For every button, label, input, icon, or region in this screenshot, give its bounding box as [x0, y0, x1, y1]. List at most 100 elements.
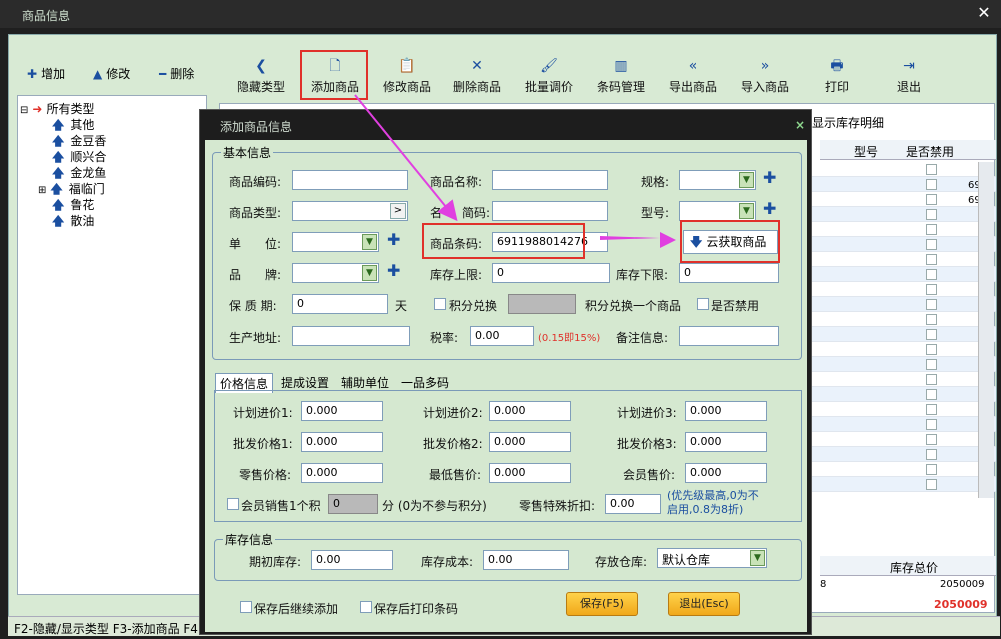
disabled-checkbox[interactable]	[926, 404, 937, 415]
disabled-checkbox[interactable]	[926, 179, 937, 190]
disabled-checkbox[interactable]	[926, 479, 937, 490]
delete-product-button[interactable]: ✕ 删除商品	[453, 57, 501, 95]
plan-cost2-input[interactable]: 0.000	[489, 401, 571, 421]
tree-item[interactable]: 🡅 散油	[52, 212, 94, 233]
disabled-checkbox[interactable]	[926, 344, 937, 355]
unit-select[interactable]: ▼	[292, 232, 379, 252]
tree-root[interactable]: ⊟ ➜ 所有类型	[20, 100, 94, 117]
tax-hint: (0.15即15%)	[538, 333, 601, 344]
barcode-icon: ▥	[614, 58, 628, 74]
disabled-checkbox[interactable]	[926, 359, 937, 370]
member-points-unit: 分 (0为不参与积分)	[382, 499, 487, 513]
disabled-checkbox[interactable]	[926, 239, 937, 250]
disabled-checkbox[interactable]	[926, 224, 937, 235]
min-price-input[interactable]: 0.000	[489, 463, 571, 483]
edit-product-button[interactable]: 📋 修改商品	[383, 57, 431, 95]
discount-hint-line2: 启用,0.8为8折)	[667, 503, 744, 516]
save-button[interactable]: 保存(F5)	[566, 592, 638, 616]
plan-cost3-input[interactable]: 0.000	[685, 401, 767, 421]
plan-cost1-input[interactable]: 0.000	[301, 401, 383, 421]
disabled-checkbox[interactable]	[926, 374, 937, 385]
points-exchange-checkbox[interactable]	[434, 298, 446, 310]
product-type-input[interactable]: >	[292, 201, 408, 221]
column-header-model[interactable]: 型号	[854, 143, 878, 160]
print-barcode-checkbox[interactable]	[360, 601, 372, 613]
stock-lower-input[interactable]: 0	[679, 263, 779, 283]
member-points-input[interactable]: 0	[328, 494, 378, 514]
print-button[interactable]: 🖶 打印	[825, 57, 849, 95]
points-exchange-label: 积分兑换	[449, 299, 498, 313]
grid-scrollbar[interactable]	[978, 162, 994, 498]
product-name-input[interactable]	[492, 170, 608, 190]
hide-type-button[interactable]: ❮ 隐藏类型	[237, 57, 285, 95]
disabled-checkbox[interactable]	[926, 329, 937, 340]
short-code-input[interactable]	[492, 201, 608, 221]
disabled-checkbox[interactable]	[926, 194, 937, 205]
warehouse-select[interactable]: 默认仓库 ▼	[657, 548, 767, 568]
disabled-checkbox[interactable]	[926, 164, 937, 175]
stock-upper-input[interactable]: 0	[492, 263, 610, 283]
wholesale1-input[interactable]: 0.000	[301, 432, 383, 452]
arrow-up-icon: 🡅	[50, 182, 63, 196]
grid-header: 型号 是否禁用	[820, 140, 996, 160]
exit-dialog-button[interactable]: 退出(Esc)	[668, 592, 740, 616]
disabled-checkbox[interactable]	[926, 314, 937, 325]
initial-stock-input[interactable]: 0.00	[311, 550, 393, 570]
batch-price-button[interactable]: 🖌 批量调价	[525, 57, 573, 95]
continue-add-checkbox[interactable]	[240, 601, 252, 613]
chevron-right-icon[interactable]: >	[390, 203, 406, 219]
red-arrow-icon: ➜	[32, 102, 43, 116]
add-product-dialog: 添加商品信息 × 基本信息 商品编码: 商品名称: 规格: ▼ ✚ 商品类型: …	[199, 109, 812, 635]
category-tree: ⊟ ➜ 所有类型 🡅 其他 🡅 金豆香 🡅 顺兴合 🡅 金龙鱼 ⊞ 🡅 福临门 🡅 鲁花 🡅 散油	[17, 95, 207, 595]
stock-cost-input[interactable]: 0.00	[483, 550, 569, 570]
disabled-checkbox[interactable]	[926, 284, 937, 295]
wholesale3-input[interactable]: 0.000	[685, 432, 767, 452]
exit-button[interactable]: ⇥ 退出	[897, 57, 921, 95]
disabled-checkbox[interactable]	[926, 209, 937, 220]
disabled-checkbox[interactable]	[926, 464, 937, 475]
retail-input[interactable]: 0.000	[301, 463, 383, 483]
spec-select[interactable]: ▼	[679, 170, 756, 190]
import-product-button[interactable]: » 导入商品	[741, 57, 789, 95]
points-exchange-input[interactable]	[508, 294, 576, 314]
triangle-up-icon: ▲	[93, 67, 103, 81]
footer-header-stock-total: 库存总价	[890, 561, 939, 575]
shelf-life-input[interactable]: 0	[292, 294, 388, 314]
wholesale2-input[interactable]: 0.000	[489, 432, 571, 452]
add-spec-icon[interactable]: ✚	[763, 168, 776, 187]
special-discount-input[interactable]: 0.00	[605, 494, 661, 514]
disabled-checkbox[interactable]	[926, 389, 937, 400]
model-select[interactable]: ▼	[679, 201, 756, 221]
arrow-up-icon: 🡅	[52, 166, 65, 180]
add-type-button[interactable]: ✚ 增加	[27, 65, 65, 82]
disabled-checkbox[interactable]	[926, 449, 937, 460]
show-stock-detail-label[interactable]: 显示库存明细	[812, 114, 884, 131]
disabled-checkbox[interactable]	[926, 269, 937, 280]
footer-stock-total-value: 2050009	[940, 579, 985, 590]
close-icon[interactable]: ×	[795, 118, 805, 132]
print-barcode-label: 保存后打印条码	[374, 602, 459, 616]
add-brand-icon[interactable]: ✚	[387, 261, 400, 280]
shelf-life-unit: 天	[395, 299, 408, 313]
origin-input[interactable]	[292, 326, 410, 346]
add-model-icon[interactable]: ✚	[763, 199, 776, 218]
column-header-disabled[interactable]: 是否禁用	[906, 143, 954, 160]
disabled-checkbox[interactable]	[926, 254, 937, 265]
export-product-button[interactable]: «导出商品	[669, 57, 717, 95]
edit-type-button[interactable]: ▲ 修改	[93, 65, 130, 82]
disabled-checkbox[interactable]	[697, 298, 709, 310]
delete-type-button[interactable]: ━ 删除	[159, 65, 194, 82]
add-unit-icon[interactable]: ✚	[387, 230, 400, 249]
tax-input[interactable]: 0.00	[470, 326, 534, 346]
member-price-input[interactable]: 0.000	[685, 463, 767, 483]
initial-stock-label: 期初库存:	[249, 555, 302, 569]
close-icon[interactable]: ✕	[975, 4, 993, 22]
disabled-checkbox[interactable]	[926, 419, 937, 430]
disabled-checkbox[interactable]	[926, 434, 937, 445]
barcode-manage-button[interactable]: ▥ 条码管理	[597, 57, 645, 95]
disabled-checkbox[interactable]	[926, 299, 937, 310]
product-code-input[interactable]	[292, 170, 408, 190]
brand-select[interactable]: ▼	[292, 263, 379, 283]
remark-input[interactable]	[679, 326, 779, 346]
member-points-checkbox[interactable]	[227, 498, 239, 510]
